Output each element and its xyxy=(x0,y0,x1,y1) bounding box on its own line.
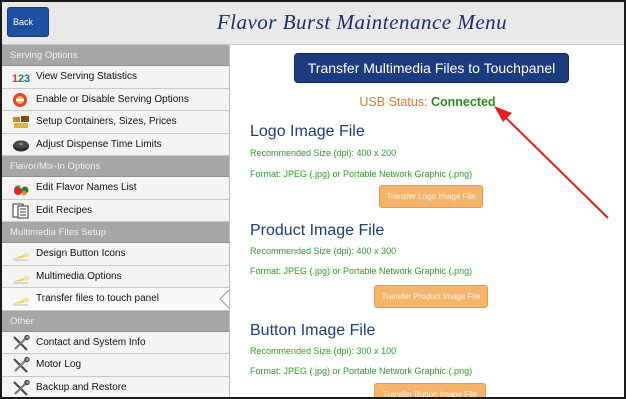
logo-image-title: Logo Image File xyxy=(250,123,365,140)
timer-disc-icon xyxy=(12,137,30,153)
containers-icon xyxy=(12,114,30,130)
transfer-logo-button[interactable]: Transfer Logo Image File xyxy=(379,185,483,208)
cone-icon xyxy=(12,269,30,285)
tools-icon xyxy=(12,379,30,396)
section-header-flavor-mixin: Flavor/Mix-In Options xyxy=(2,156,229,177)
sidebar-item-view-serving-statistics[interactable]: 1 2 3 View Serving Statistics xyxy=(2,66,229,89)
sidebar-item-transfer-files[interactable]: Transfer files to touch panel xyxy=(2,288,230,311)
sidebar-item-label: Motor Log xyxy=(36,359,82,370)
section-header-serving-options: Serving Options xyxy=(2,45,229,66)
sidebar-item-label: Transfer files to touch panel xyxy=(36,293,160,304)
sidebar-item-label: Adjust Dispense Time Limits xyxy=(36,138,162,150)
logo-image-format: Format: JPEG (.jpg) or Portable Network … xyxy=(250,169,473,179)
button-image-size: Recommended Size (dpi): 300 x 100 xyxy=(250,346,397,356)
selected-indicator xyxy=(219,289,230,309)
sidebar-item-label: View Serving Statistics xyxy=(36,71,137,82)
tools-icon xyxy=(12,334,30,351)
no-entry-icon xyxy=(12,92,30,108)
tools-icon xyxy=(12,356,30,373)
button-image-format: Format: JPEG (.jpg) or Portable Network … xyxy=(250,366,473,376)
sidebar-item-contact-system-info[interactable]: Contact and System Info xyxy=(2,331,229,354)
product-image-title: Product Image File xyxy=(250,222,385,239)
cone-icon xyxy=(12,291,30,307)
sidebar-item-adjust-dispense-time[interactable]: Adjust Dispense Time Limits xyxy=(2,133,229,156)
sidebar-item-label: Setup Containers, Sizes, Prices xyxy=(36,116,177,127)
sidebar-item-multimedia-options[interactable]: Multimedia Options xyxy=(2,265,229,288)
sidebar-item-label: Multimedia Options xyxy=(36,270,122,282)
sidebar-item-label: Contact and System Info xyxy=(36,336,146,348)
page-title: Flavor Burst Maintenance Menu xyxy=(216,10,508,34)
cone-icon xyxy=(12,246,30,262)
sidebar-item-setup-containers[interactable]: Setup Containers, Sizes, Prices xyxy=(2,111,229,134)
product-image-size: Recommended Size (dpi): 400 x 300 xyxy=(250,246,397,256)
sidebar-item-label: Backup and Restore xyxy=(36,381,127,393)
sidebar-item-enable-disable-serving-options[interactable]: Enable or Disable Serving Options xyxy=(2,88,229,111)
svg-text:3: 3 xyxy=(24,73,30,85)
sidebar-item-motor-log[interactable]: Motor Log xyxy=(2,354,229,377)
header-bar: Back Flavor Burst Maintenance Menu xyxy=(2,2,624,45)
sidebar-item-label: Design Button Icons xyxy=(36,248,126,259)
sidebar-item-edit-recipes[interactable]: Edit Recipes xyxy=(2,199,229,222)
sidebar-item-label: Edit Recipes xyxy=(36,204,93,216)
transfer-multimedia-button[interactable]: Transfer Multimedia Files to Touchpanel xyxy=(294,53,569,83)
sidebar-item-backup-restore[interactable]: Backup and Restore xyxy=(2,376,229,397)
logo-image-size: Recommended Size (dpi): 400 x 200 xyxy=(250,148,397,158)
main-panel: Transfer Multimedia Files to Touchpanel … xyxy=(231,45,624,397)
fruit-icon xyxy=(12,180,30,196)
numbers-123-icon: 1 2 3 xyxy=(12,69,30,85)
sidebar-menu: Serving Options 1 2 3 View Serving Stati… xyxy=(2,45,230,397)
transfer-button-image-button[interactable]: Transfer Button Image File xyxy=(374,383,486,397)
usb-status: USB Status: Connected xyxy=(231,95,624,109)
sidebar-item-edit-flavor-names[interactable]: Edit Flavor Names List xyxy=(2,177,229,200)
usb-status-value: Connected xyxy=(430,95,496,109)
recipe-document-icon xyxy=(12,203,30,219)
back-button[interactable]: Back xyxy=(7,7,49,37)
sidebar-item-label: Edit Flavor Names List xyxy=(36,182,137,193)
usb-status-label: USB Status: xyxy=(359,95,428,109)
section-header-other: Other xyxy=(2,310,229,332)
app-window: Back Flavor Burst Maintenance Menu Servi… xyxy=(0,0,626,399)
transfer-product-button[interactable]: Transfer Product Image File xyxy=(374,285,488,308)
sidebar-item-label: Enable or Disable Serving Options xyxy=(36,93,189,105)
sidebar-item-design-button-icons[interactable]: Design Button Icons xyxy=(2,243,229,266)
section-header-multimedia-files-setup: Multimedia Files Setup xyxy=(2,222,229,243)
button-image-title: Button Image File xyxy=(250,322,376,339)
product-image-format: Format: JPEG (.jpg) or Portable Network … xyxy=(250,266,473,276)
